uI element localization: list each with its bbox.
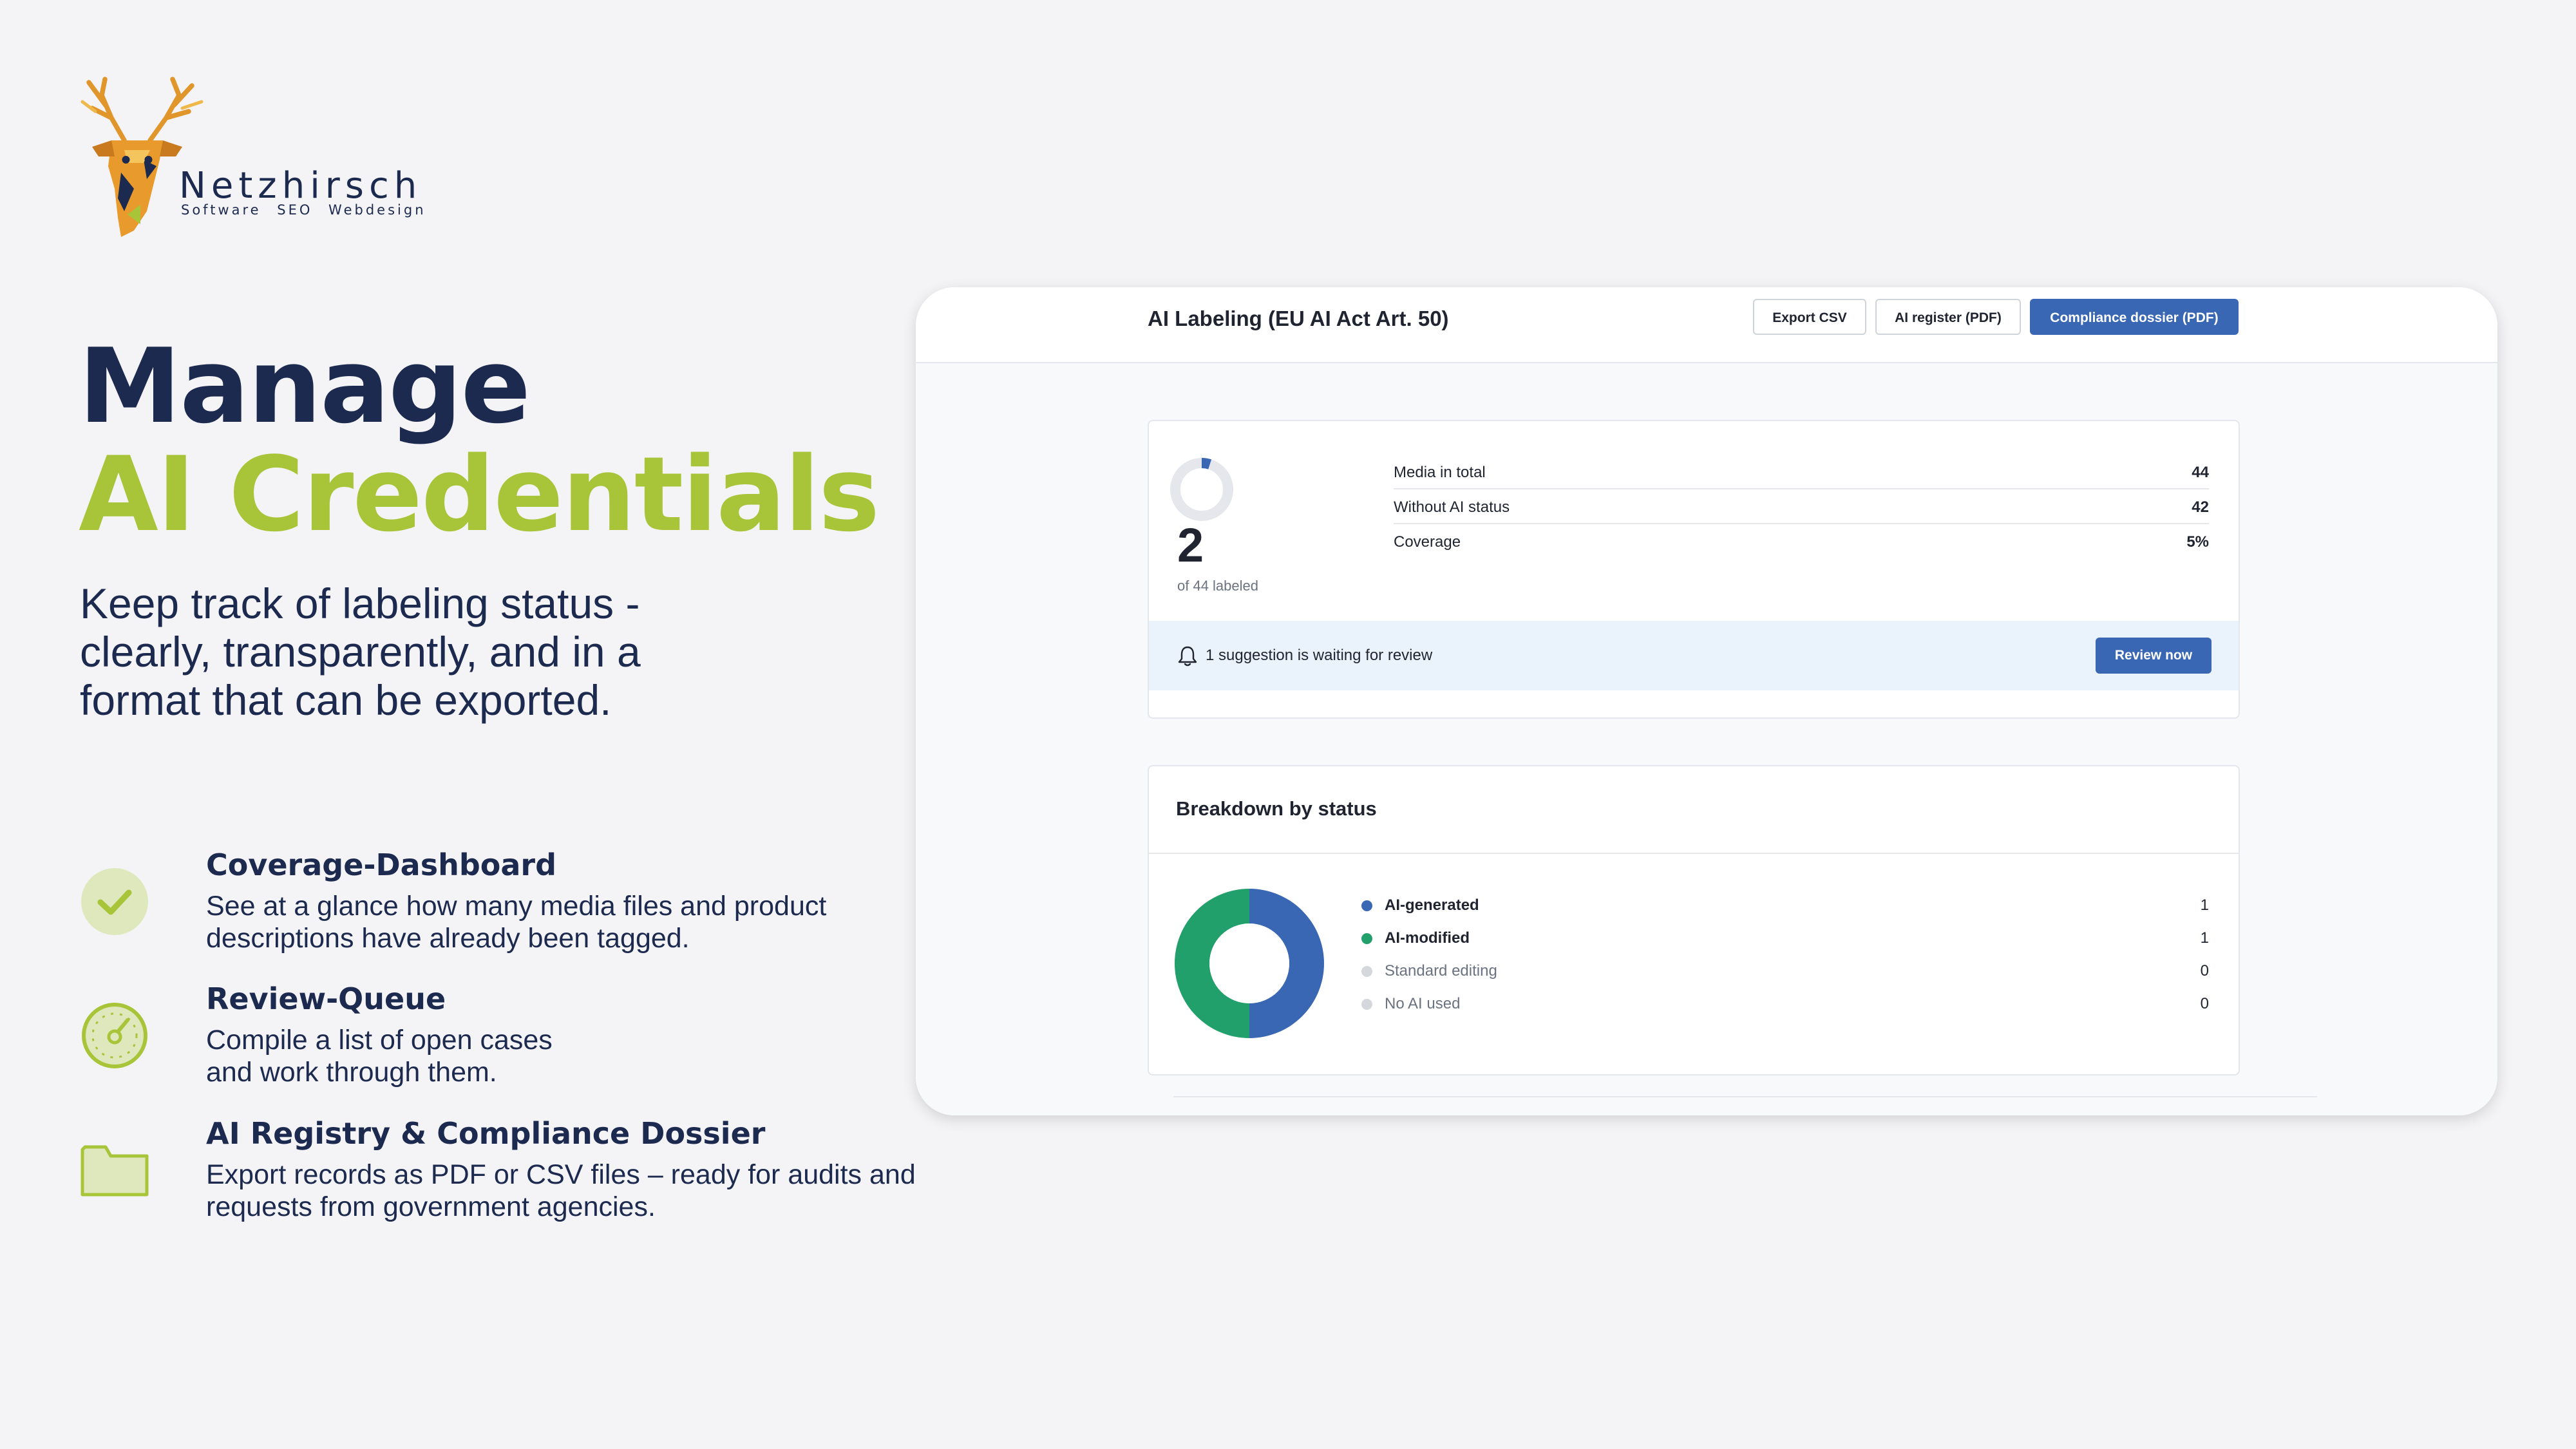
legend-dot — [1361, 900, 1372, 911]
breakdown-card: Breakdown by status AI-generated 1 AI-mo… — [1148, 765, 2240, 1075]
legend-label: Standard editing — [1385, 962, 1497, 980]
brand-logo: Netzhirsch Software SEO Webdesign — [76, 76, 424, 243]
gauge-icon — [82, 1003, 147, 1068]
bell-icon — [1178, 646, 1197, 667]
stat-row-coverage: Coverage 5% — [1394, 526, 2209, 559]
legend-dot — [1361, 966, 1372, 977]
export-csv-button[interactable]: Export CSV — [1753, 299, 1866, 335]
stat-label: Media in total — [1394, 464, 1486, 481]
feature-description: Compile a list of open cases and work th… — [206, 1025, 553, 1088]
brand-tagline: Software SEO Webdesign — [181, 202, 426, 218]
check-circle-icon — [81, 868, 148, 935]
review-now-button[interactable]: Review now — [2096, 638, 2211, 674]
labeled-count: 2 — [1177, 518, 1204, 572]
hero-subtitle: Keep track of labeling status - clearly,… — [80, 580, 641, 724]
feature-description: Export records as PDF or CSV files – rea… — [206, 1159, 916, 1222]
divider — [1149, 853, 2239, 854]
app-window: AI Labeling (EU AI Act Art. 50) Export C… — [916, 287, 2497, 1115]
hero-title-line1: Manage — [79, 326, 531, 446]
stat-row-without-ai-status: Without AI status 42 — [1394, 491, 2209, 524]
legend-row-standard-editing: Standard editing 0 — [1361, 958, 2209, 984]
feature-ai-registry: AI Registry & Compliance Dossier Export … — [80, 1116, 916, 1232]
legend-label: AI-generated — [1385, 896, 1479, 914]
app-body: 2 of 44 labeled Media in total 44 Withou… — [916, 363, 2497, 1115]
feature-coverage-dashboard: Coverage-Dashboard See at a glance how m… — [80, 848, 904, 963]
legend-dot — [1361, 999, 1372, 1010]
divider — [1173, 1096, 2317, 1097]
legend-value: 1 — [2200, 896, 2209, 914]
legend-row-ai-generated: AI-generated 1 — [1361, 893, 2209, 918]
legend-value: 0 — [2200, 995, 2209, 1012]
review-notice-text: 1 suggestion is waiting for review — [1206, 647, 1433, 664]
brand-name: Netzhirsch — [179, 165, 422, 207]
legend-value: 1 — [2200, 929, 2209, 947]
folder-icon — [80, 1145, 149, 1197]
review-notice-banner: 1 suggestion is waiting for review Revie… — [1149, 621, 2239, 690]
labeled-caption: of 44 labeled — [1177, 578, 1258, 594]
legend-label: No AI used — [1385, 995, 1461, 1012]
hero-title-line2: AI Credentials — [79, 434, 880, 554]
legend-row-no-ai-used: No AI used 0 — [1361, 991, 2209, 1017]
breakdown-title: Breakdown by status — [1176, 797, 1377, 820]
donut-hole — [1209, 923, 1289, 1003]
stat-value: 42 — [2192, 498, 2209, 516]
deer-logo-icon — [80, 77, 204, 237]
legend-row-ai-modified: AI-modified 1 — [1361, 925, 2209, 951]
status-donut-chart — [1175, 889, 1324, 1038]
stat-row-media-total: Media in total 44 — [1394, 456, 2209, 489]
stat-label: Without AI status — [1394, 498, 1510, 516]
feature-title: AI Registry & Compliance Dossier — [206, 1116, 766, 1151]
app-header: AI Labeling (EU AI Act Art. 50) Export C… — [916, 287, 2497, 363]
stat-label: Coverage — [1394, 533, 1461, 551]
feature-title: Review-Queue — [206, 981, 446, 1016]
coverage-summary-card: 2 of 44 labeled Media in total 44 Withou… — [1148, 420, 2240, 719]
stat-value: 5% — [2186, 533, 2209, 551]
legend-value: 0 — [2200, 962, 2209, 980]
stat-value: 44 — [2192, 464, 2209, 481]
feature-title: Coverage-Dashboard — [206, 848, 557, 882]
ai-register-pdf-button[interactable]: AI register (PDF) — [1875, 299, 2021, 335]
legend-dot — [1361, 933, 1372, 944]
feature-review-queue: Review-Queue Compile a list of open case… — [80, 981, 904, 1097]
feature-description: See at a glance how many media files and… — [206, 891, 827, 954]
legend-label: AI-modified — [1385, 929, 1470, 947]
page-title: AI Labeling (EU AI Act Art. 50) — [1148, 307, 1449, 330]
coverage-donut-chart — [1170, 458, 1233, 521]
compliance-dossier-pdf-button[interactable]: Compliance dossier (PDF) — [2030, 299, 2239, 335]
